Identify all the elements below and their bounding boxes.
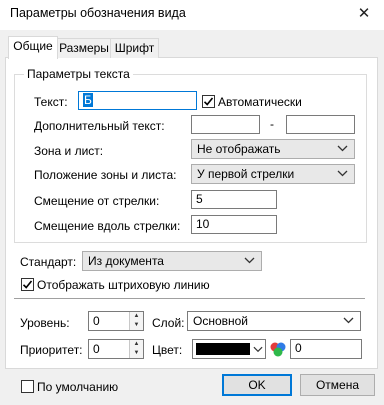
- chevron-down-icon: [343, 317, 354, 324]
- priority-stepper[interactable]: 0 ▲ ▼: [88, 339, 144, 359]
- extra-text-label: Дополнительный текст:: [34, 119, 165, 133]
- priority-spin-buttons[interactable]: ▲ ▼: [129, 340, 143, 358]
- window-title: Параметры обозначения вида: [10, 6, 186, 20]
- tab-font[interactable]: Шрифт: [110, 38, 159, 58]
- text-field[interactable]: Б: [78, 91, 197, 110]
- color-picker-icon[interactable]: [268, 339, 288, 359]
- color-label: Цвет:: [152, 343, 183, 357]
- zone-pos-select[interactable]: У первой стрелки: [191, 164, 355, 184]
- spin-down-icon[interactable]: ▼: [130, 321, 143, 330]
- auto-checkbox[interactable]: [202, 95, 215, 108]
- tab-dimensions[interactable]: Размеры: [57, 38, 111, 58]
- group-title: Параметры текста: [24, 67, 133, 81]
- priority-label: Приоритет:: [20, 343, 83, 357]
- color-value-field[interactable]: 0: [290, 339, 362, 359]
- level-label: Уровень:: [20, 316, 70, 330]
- layer-select-value: Основной: [193, 314, 249, 328]
- text-field-value: Б: [83, 93, 93, 107]
- zone-pos-select-value: У первой стрелки: [197, 167, 295, 181]
- zone-select-value: Не отображать: [197, 142, 281, 156]
- offset-arrow-label: Смещение от стрелки:: [34, 194, 160, 208]
- zone-pos-label: Положение зоны и листа:: [34, 168, 177, 182]
- priority-value: 0: [93, 342, 100, 356]
- color-swatch: [196, 343, 250, 355]
- palette-icon: [270, 342, 286, 357]
- zone-label: Зона и лист:: [34, 144, 104, 158]
- cancel-button[interactable]: Отмена: [300, 374, 375, 396]
- standard-label: Стандарт:: [20, 255, 77, 269]
- layer-label: Слой:: [152, 316, 185, 330]
- standard-select-value: Из документа: [88, 254, 164, 268]
- default-label: По умолчанию: [37, 380, 119, 394]
- divider: [14, 298, 365, 299]
- extra-text-field-1[interactable]: [191, 115, 260, 134]
- text-label: Текст:: [34, 95, 68, 109]
- extra-text-field-2[interactable]: [286, 115, 355, 134]
- auto-label: Автоматически: [218, 95, 302, 109]
- extra-text-dash: -: [270, 117, 274, 131]
- zone-select[interactable]: Не отображать: [191, 139, 355, 159]
- chevron-down-icon: [337, 170, 348, 177]
- level-spin-buttons[interactable]: ▲ ▼: [129, 312, 143, 330]
- check-icon: [22, 280, 33, 289]
- spin-up-icon[interactable]: ▲: [130, 340, 143, 349]
- offset-along-field[interactable]: 10: [191, 215, 277, 234]
- standard-select[interactable]: Из документа: [82, 251, 262, 271]
- offset-along-label: Смещение вдоль стрелки:: [34, 219, 181, 233]
- ok-button[interactable]: OK: [222, 374, 292, 396]
- check-icon: [203, 97, 214, 106]
- spin-down-icon[interactable]: ▼: [130, 349, 143, 358]
- offset-arrow-field[interactable]: 5: [191, 190, 277, 209]
- layer-select[interactable]: Основной: [187, 311, 361, 331]
- color-select[interactable]: [192, 339, 266, 359]
- level-stepper[interactable]: 0 ▲ ▼: [88, 311, 144, 331]
- chevron-down-icon: [253, 346, 263, 353]
- level-value: 0: [93, 314, 100, 328]
- tab-general[interactable]: Общие: [8, 36, 58, 59]
- chevron-down-icon: [337, 145, 348, 152]
- chevron-down-icon: [244, 257, 255, 264]
- hatch-checkbox[interactable]: [21, 278, 34, 291]
- default-checkbox[interactable]: [21, 380, 34, 393]
- spin-up-icon[interactable]: ▲: [130, 312, 143, 321]
- hatch-label: Отображать штриховую линию: [37, 278, 210, 292]
- close-icon[interactable]: ✕: [352, 4, 376, 24]
